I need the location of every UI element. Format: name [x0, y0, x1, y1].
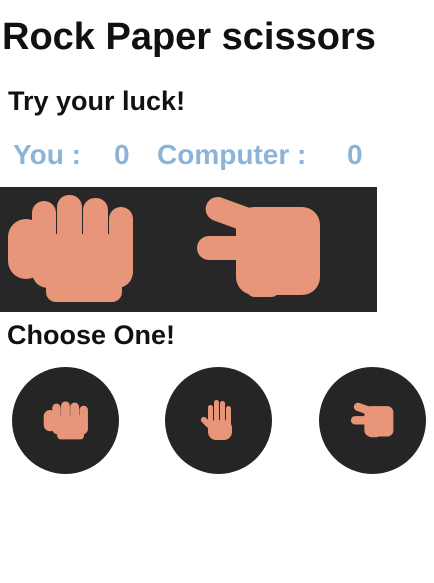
rock-button[interactable]	[12, 367, 119, 474]
page-title: Rock Paper scissors	[2, 16, 376, 58]
scissors-button[interactable]	[319, 367, 426, 474]
paper-button[interactable]	[165, 367, 272, 474]
scissors-hand-icon	[197, 197, 320, 297]
rock-fist-icon	[43, 401, 88, 440]
computer-score-value: 0	[347, 139, 363, 170]
result-panel	[0, 187, 377, 312]
computer-score-label: Computer :	[157, 139, 307, 170]
scissors-hand-icon	[350, 402, 394, 438]
paper-hand-icon	[200, 400, 232, 440]
rock-fist-icon	[8, 195, 133, 302]
choose-heading: Choose One!	[7, 320, 176, 350]
user-score-value: 0	[114, 139, 130, 170]
subtitle: Try your luck!	[8, 86, 186, 116]
user-score-label: You :	[13, 139, 81, 170]
